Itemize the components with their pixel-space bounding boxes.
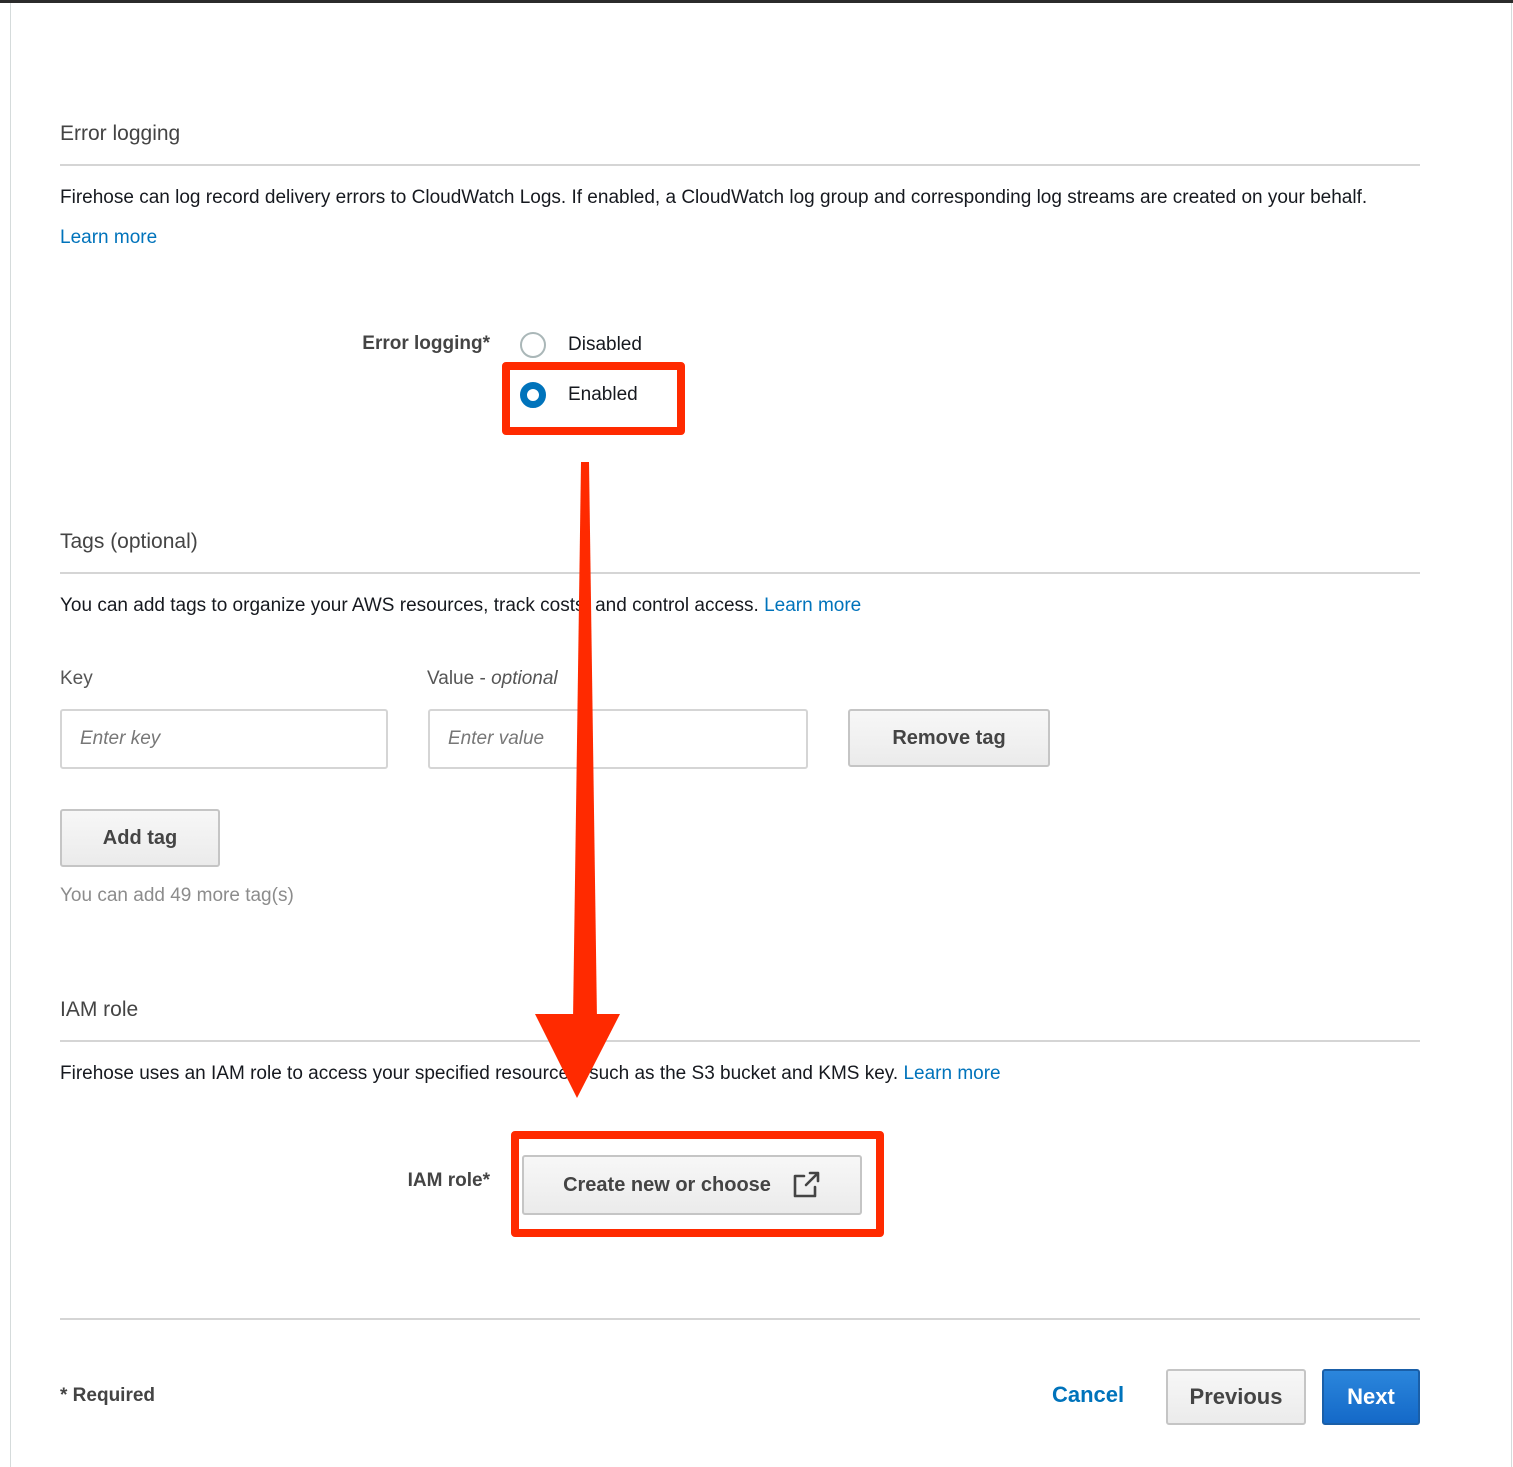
error-logging-description: Firehose can log record delivery errors … bbox=[60, 178, 1400, 258]
tags-learn-more-link[interactable]: Learn more bbox=[764, 595, 861, 616]
iam-role-learn-more-link[interactable]: Learn more bbox=[903, 1063, 1000, 1084]
footer-divider bbox=[60, 1318, 1420, 1320]
error-logging-description-text: Firehose can log record delivery errors … bbox=[60, 187, 1368, 208]
error-logging-divider bbox=[60, 164, 1420, 166]
next-button[interactable]: Next bbox=[1322, 1369, 1420, 1425]
iam-role-section-title: IAM role bbox=[60, 998, 139, 1021]
radio-disabled[interactable]: Disabled bbox=[520, 330, 642, 360]
error-logging-field-label: Error logging* bbox=[362, 333, 490, 354]
iam-role-description-text: Firehose uses an IAM role to access your… bbox=[60, 1063, 899, 1084]
tags-description: You can add tags to organize your AWS re… bbox=[60, 586, 1400, 626]
tag-value-label-text: Value - bbox=[427, 668, 492, 689]
top-border bbox=[0, 0, 1513, 3]
tags-section-title: Tags (optional) bbox=[60, 530, 198, 553]
iam-role-field-label: IAM role* bbox=[407, 1170, 490, 1191]
error-logging-learn-more-link[interactable]: Learn more bbox=[60, 227, 157, 248]
error-logging-section-title: Error logging bbox=[60, 122, 181, 145]
iam-role-description: Firehose uses an IAM role to access your… bbox=[60, 1054, 1400, 1094]
iam-role-highlight-box bbox=[511, 1131, 884, 1237]
remove-tag-button[interactable]: Remove tag bbox=[848, 709, 1050, 767]
enabled-highlight-box bbox=[502, 362, 685, 435]
cancel-link[interactable]: Cancel bbox=[1052, 1382, 1124, 1408]
tags-divider bbox=[60, 572, 1420, 574]
left-border bbox=[10, 3, 11, 1467]
tag-value-input[interactable] bbox=[428, 709, 808, 769]
tags-description-text: You can add tags to organize your AWS re… bbox=[60, 595, 759, 616]
tag-value-label: Value - optional bbox=[427, 668, 558, 690]
add-tag-button[interactable]: Add tag bbox=[60, 809, 220, 867]
right-border bbox=[1511, 3, 1512, 1467]
tag-value-optional-text: optional bbox=[491, 668, 558, 689]
tags-remaining-hint: You can add 49 more tag(s) bbox=[60, 885, 294, 906]
tag-key-label: Key bbox=[60, 668, 93, 689]
previous-button[interactable]: Previous bbox=[1166, 1369, 1306, 1425]
radio-disabled-label: Disabled bbox=[568, 334, 642, 355]
required-note: * Required bbox=[60, 1385, 156, 1406]
tag-key-input[interactable] bbox=[60, 709, 388, 769]
iam-role-divider bbox=[60, 1040, 1420, 1042]
radio-disabled-button[interactable] bbox=[520, 332, 546, 358]
